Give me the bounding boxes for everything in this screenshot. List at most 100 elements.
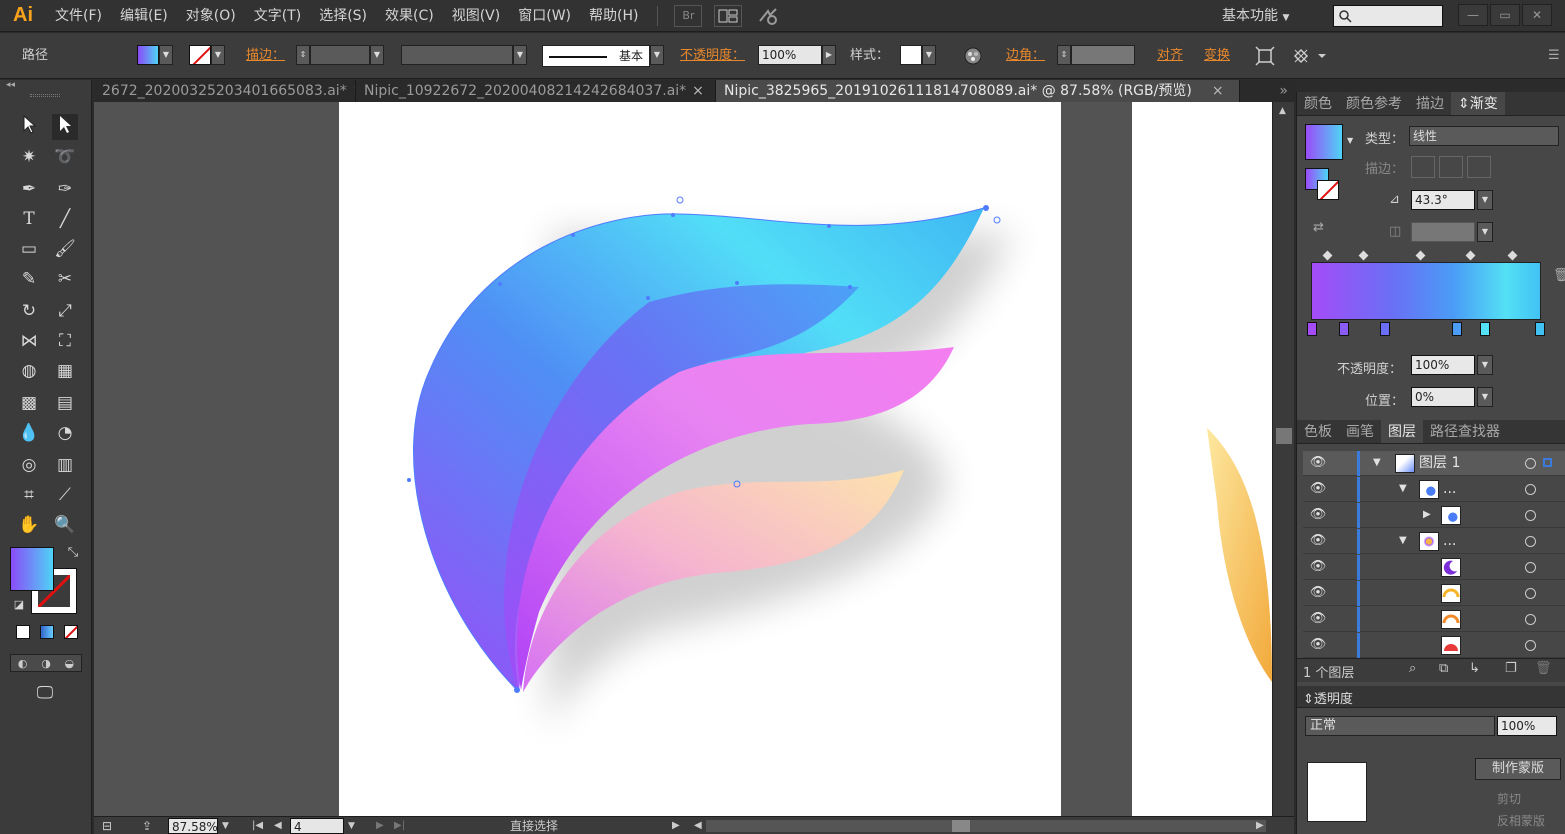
selection-tool-icon[interactable] — [16, 114, 42, 140]
column-graph-tool-icon[interactable]: ▥ — [52, 452, 78, 478]
eyedropper-tool-icon[interactable]: 💧 — [16, 420, 42, 446]
artboard[interactable] — [339, 102, 1061, 816]
visibility-eye-icon[interactable]: 👁 — [1309, 481, 1327, 497]
gradient-tool-icon[interactable]: ▤ — [52, 390, 78, 416]
brush-definition-control[interactable]: 基本 ▼ — [542, 45, 664, 67]
opacity-panel-link[interactable]: 不透明度： — [680, 45, 745, 67]
feather-logo-artwork[interactable] — [339, 102, 1061, 816]
fill-control[interactable]: ▼ — [137, 45, 173, 67]
tab-color-guide[interactable]: 颜色参考 — [1339, 92, 1409, 115]
visibility-eye-icon[interactable]: 👁 — [1309, 507, 1327, 523]
status-icon[interactable]: ⊟ — [102, 818, 112, 834]
rotate-tool-icon[interactable]: ↻ — [16, 298, 42, 324]
transform-panel-link[interactable]: 变换 — [1204, 45, 1230, 67]
arrange-documents-icon[interactable] — [714, 4, 743, 27]
visibility-eye-icon[interactable]: 👁 — [1309, 559, 1327, 575]
stroke-weight-control[interactable]: ⇕ ▼ — [296, 45, 384, 67]
target-circle-icon[interactable] — [1525, 640, 1536, 651]
draw-normal-icon[interactable]: ◐ — [18, 657, 28, 670]
swap-fill-stroke-icon[interactable]: ⤡ — [60, 540, 86, 566]
layer-row[interactable]: 👁 — [1303, 581, 1565, 606]
width-tool-icon[interactable]: ⋈ — [16, 328, 42, 354]
artboard-tool-icon[interactable]: ⌗ — [16, 482, 42, 508]
reverse-gradient-icon[interactable]: ⇄ — [1313, 220, 1324, 235]
gradient-midpoint[interactable] — [1507, 250, 1518, 261]
search-input[interactable] — [1333, 5, 1443, 27]
artboard-secondary[interactable] — [1132, 102, 1272, 816]
tab-overflow-button[interactable]: » — [1240, 80, 1296, 102]
menu-effect[interactable]: 效果(C) — [376, 0, 443, 32]
variable-width-field[interactable] — [401, 45, 513, 65]
draw-inside-icon[interactable]: ◒ — [65, 657, 75, 670]
stroke-weight-field[interactable] — [310, 45, 370, 65]
target-circle-icon[interactable] — [1525, 484, 1536, 495]
close-button[interactable]: ✕ — [1522, 4, 1552, 26]
minimize-button[interactable]: — — [1458, 4, 1488, 26]
aspect-ratio-field[interactable] — [1411, 222, 1475, 242]
stroke-weight-dropdown[interactable]: ▼ — [370, 45, 384, 65]
slice-tool-icon[interactable]: ⟋ — [52, 482, 78, 508]
menu-file[interactable]: 文件(F) — [46, 0, 111, 32]
angle-dropdown[interactable]: ▼ — [1477, 190, 1493, 210]
layer-row[interactable]: 👁 — [1303, 555, 1565, 580]
visibility-eye-icon[interactable]: 👁 — [1309, 533, 1327, 549]
gradient-stop[interactable] — [1535, 322, 1545, 336]
target-circle-icon[interactable] — [1525, 510, 1536, 521]
share-icon[interactable]: ⇪ — [142, 818, 152, 834]
stop-location-field[interactable]: 0% — [1411, 387, 1475, 407]
gradient-stop[interactable] — [1480, 322, 1490, 336]
menu-object[interactable]: 对象(O) — [177, 0, 245, 32]
rectangle-tool-icon[interactable]: ▭ — [16, 236, 42, 262]
blend-mode-select[interactable]: 正常 — [1305, 716, 1495, 736]
pencil-tool-icon[interactable]: ✎ — [16, 266, 42, 292]
layer-row[interactable]: 👁 ▶ — [1303, 503, 1565, 528]
stroke-gradient-within-icon[interactable] — [1411, 156, 1435, 178]
mesh-tool-icon[interactable]: ▩ — [16, 390, 42, 416]
locate-object-icon[interactable]: ⌕ — [1409, 661, 1416, 676]
tab-pathfinder[interactable]: 路径查找器 — [1423, 420, 1507, 443]
toolbox-collapse-icon[interactable]: ◂◂ — [6, 80, 15, 90]
first-artboard-icon[interactable]: |◀ — [252, 818, 263, 834]
selection-indicator[interactable] — [1543, 458, 1552, 467]
horizontal-scroll-thumb[interactable] — [952, 820, 970, 832]
layer-name[interactable]: ... — [1443, 532, 1456, 551]
menu-type[interactable]: 文字(T) — [245, 0, 310, 32]
zoom-field[interactable]: 87.58% — [168, 818, 218, 834]
transparency-opacity-field[interactable]: 100% — [1497, 716, 1557, 736]
target-circle-icon[interactable] — [1525, 536, 1536, 547]
corner-control[interactable]: ⇕ — [1057, 45, 1135, 67]
workspace-switcher[interactable]: 基本功能 ▼ — [1222, 0, 1289, 32]
horizontal-scrollbar[interactable] — [706, 820, 1266, 832]
draw-behind-icon[interactable]: ◑ — [41, 657, 51, 670]
layer-row[interactable]: 👁 ▼ ... — [1303, 529, 1565, 554]
symbol-sprayer-tool-icon[interactable]: ◎ — [16, 452, 42, 478]
status-menu-icon[interactable]: ▶ — [672, 818, 680, 834]
corner-stepper[interactable]: ⇕ — [1057, 45, 1071, 65]
gradient-preview-swatch[interactable] — [1305, 124, 1343, 160]
layer-row[interactable]: 👁 — [1303, 607, 1565, 632]
scroll-right-icon[interactable]: ▶ — [1256, 818, 1264, 834]
vertical-scroll-thumb[interactable] — [1276, 428, 1292, 444]
style-dropdown[interactable]: ▼ — [922, 45, 936, 65]
layer-row[interactable]: 👁 ▼ ... — [1303, 477, 1565, 502]
expand-triangle-icon[interactable]: ▼ — [1373, 455, 1381, 471]
gradient-midpoint[interactable] — [1358, 250, 1369, 261]
tab-brushes[interactable]: 画笔 — [1339, 420, 1381, 443]
lasso-tool-icon[interactable]: ➰ — [52, 144, 78, 170]
stop-opacity-dropdown[interactable]: ▼ — [1477, 355, 1493, 375]
visibility-eye-icon[interactable]: 👁 — [1309, 611, 1327, 627]
menu-view[interactable]: 视图(V) — [443, 0, 510, 32]
menu-select[interactable]: 选择(S) — [310, 0, 376, 32]
scroll-up-icon[interactable]: ▲ — [1279, 106, 1286, 116]
aspect-ratio-dropdown[interactable]: ▼ — [1477, 222, 1493, 242]
fill-dropdown[interactable]: ▼ — [159, 45, 173, 65]
fill-swatch[interactable] — [137, 45, 159, 65]
fill-color-swatch[interactable] — [10, 547, 54, 591]
scale-tool-icon[interactable]: ⤢ — [52, 298, 78, 324]
gradient-stop[interactable] — [1452, 322, 1462, 336]
toolbox-grip[interactable] — [30, 94, 60, 97]
menu-help[interactable]: 帮助(H) — [580, 0, 647, 32]
stroke-gradient-across-icon[interactable] — [1467, 156, 1491, 178]
make-mask-button[interactable]: 制作蒙版 — [1475, 758, 1561, 780]
align-panel-link[interactable]: 对齐 — [1157, 45, 1183, 67]
